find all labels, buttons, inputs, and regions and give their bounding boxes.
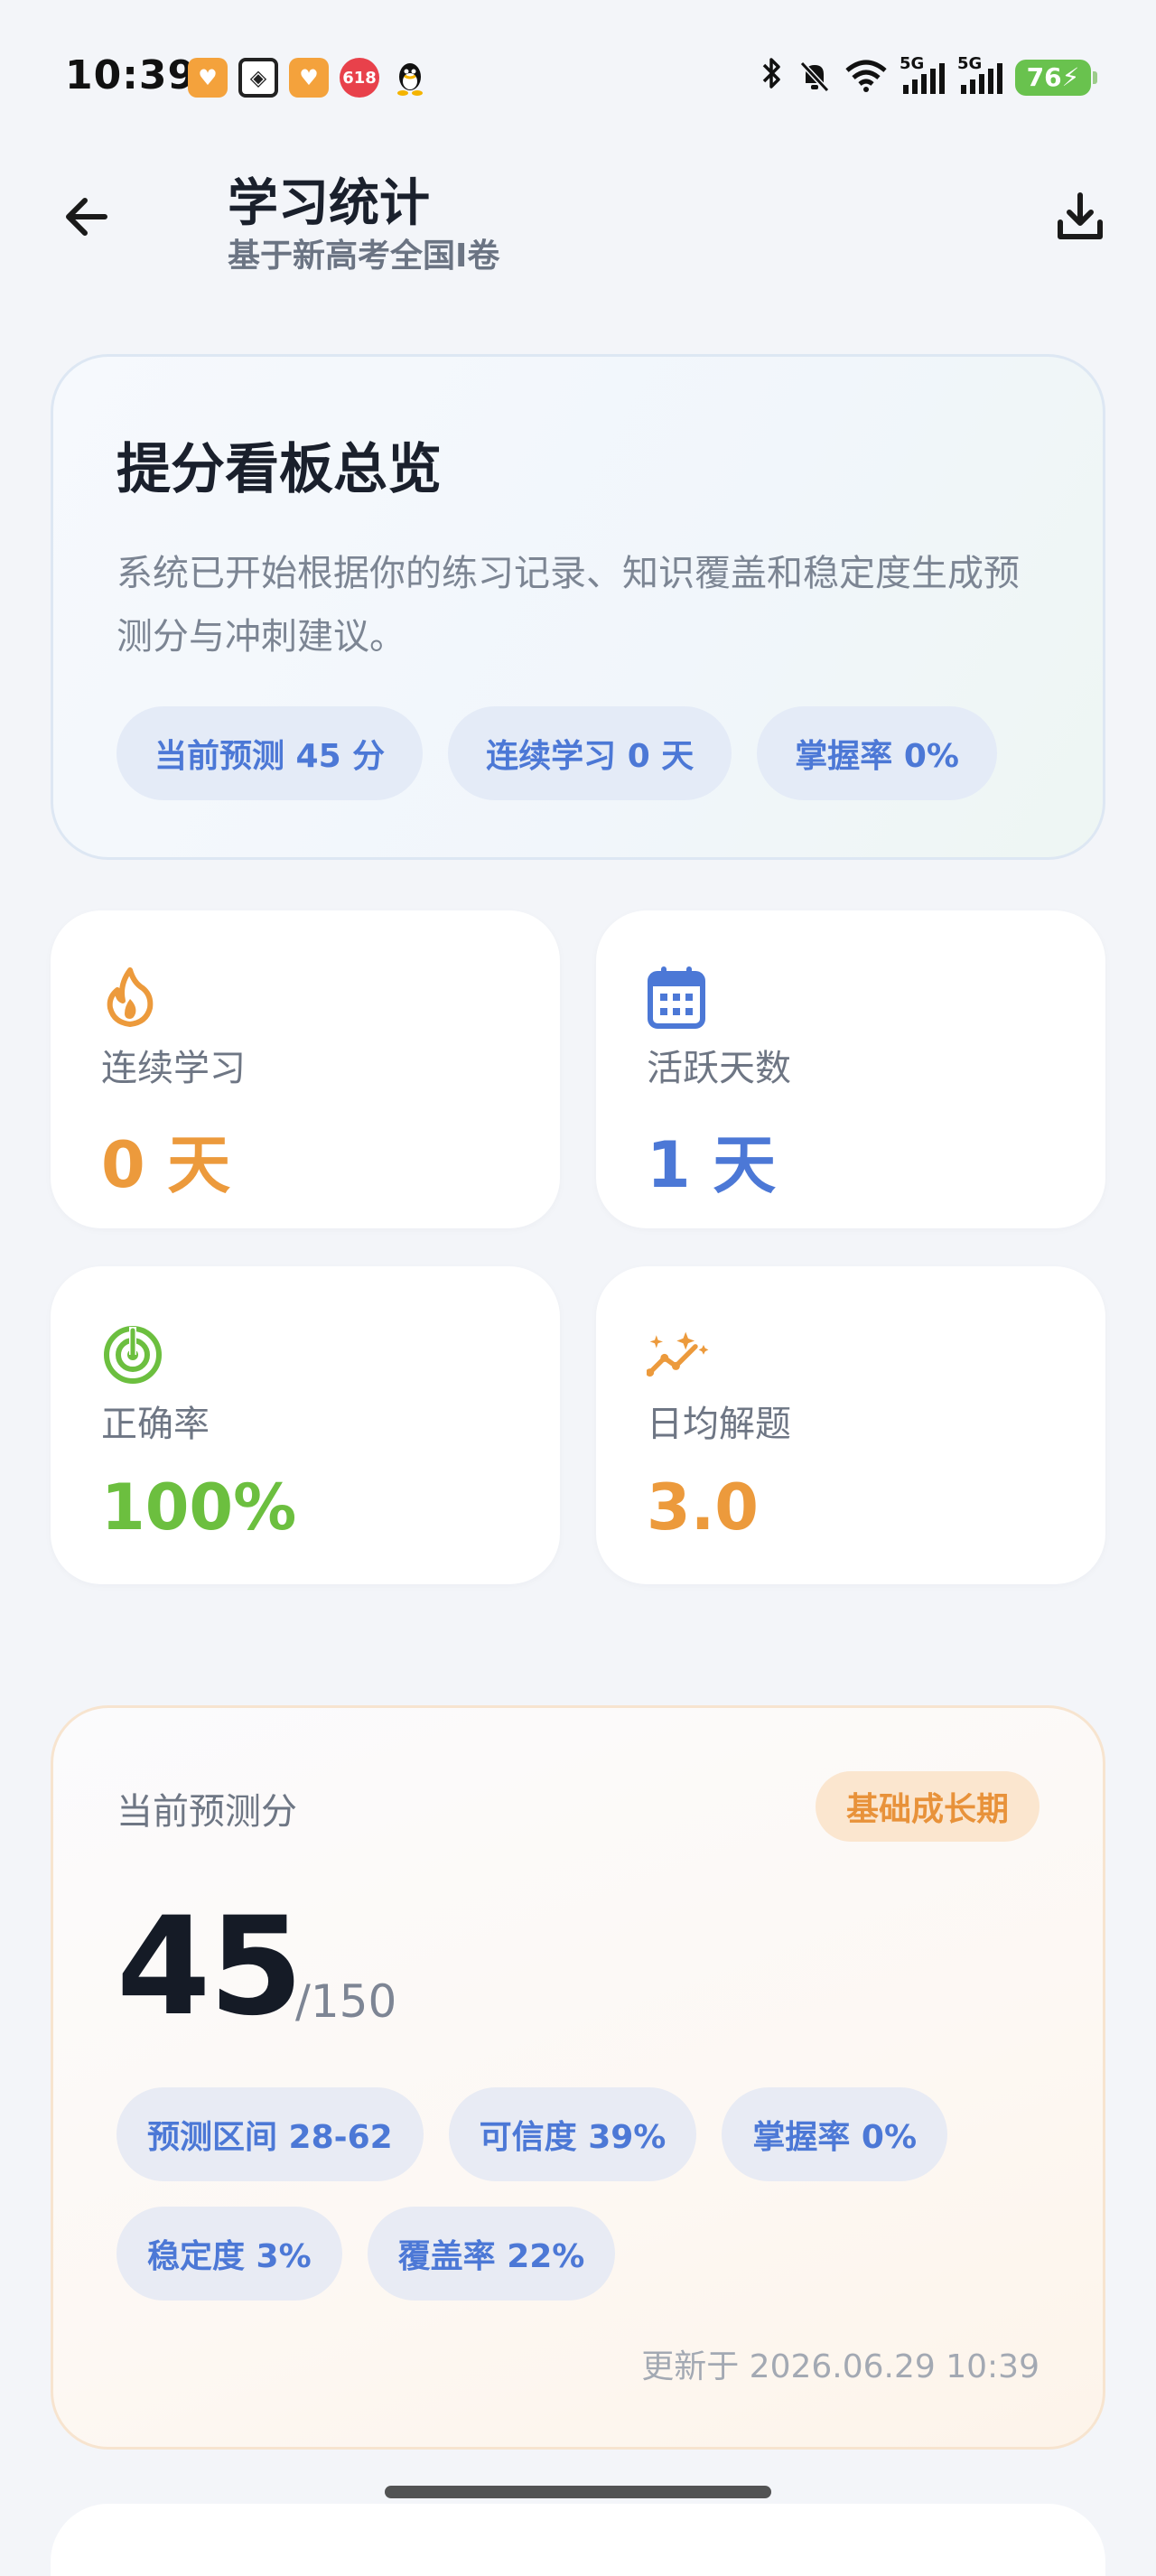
status-time: 10:39 <box>65 52 197 98</box>
stat-value: 100% <box>101 1470 297 1545</box>
prediction-label: 当前预测分 <box>117 1791 297 1833</box>
chip-score-range: 预测区间 28-62 <box>117 2087 424 2181</box>
trend-sparkle-icon <box>647 1321 712 1386</box>
updated-timestamp: 更新于 2026.06.29 10:39 <box>641 2348 1039 2385</box>
chip-mastery: 掌握率 0% <box>722 2087 948 2181</box>
arrow-left-icon <box>66 198 107 236</box>
predicted-score: 45 <box>117 1889 303 2046</box>
calendar-icon <box>647 965 712 1030</box>
stat-value: 1 天 <box>647 1128 777 1202</box>
orange-app-icon: ♥ <box>289 58 329 98</box>
stat-value: 3.0 <box>647 1470 760 1545</box>
chip-confidence: 可信度 39% <box>448 2087 697 2181</box>
overview-title: 提分看板总览 <box>117 438 442 501</box>
phase-badge: 基础成长期 <box>815 1771 1039 1842</box>
signal-icon-2: 5G <box>957 54 1002 94</box>
grid-app-icon: ◈ <box>238 58 278 98</box>
app-header: 学习统计 基于新高考全国I卷 <box>0 154 1156 289</box>
overview-description: 系统已开始根据你的练习记录、知识覆盖和稳定度生成预测分与冲刺建议。 <box>117 553 1020 658</box>
orange-app-icon: ♥ <box>188 58 228 98</box>
download-button[interactable] <box>1044 181 1116 253</box>
battery-icon: 76 ⚡ <box>1015 59 1097 96</box>
notification-icons: ♥ ◈ ♥ 618 <box>188 58 430 98</box>
bluetooth-icon <box>760 56 784 98</box>
target-icon <box>101 1321 166 1386</box>
chip-stability: 稳定度 3% <box>117 2207 342 2301</box>
stat-card-daily-average: 日均解题 3.0 <box>596 1266 1105 1584</box>
chip-streak: 连续学习 0 天 <box>448 706 732 800</box>
system-icons: 5G 5G 76 ⚡ <box>760 54 1097 98</box>
chip-coverage: 覆盖率 22% <box>367 2207 616 2301</box>
overview-card: 提分看板总览 系统已开始根据你的练习记录、知识覆盖和稳定度生成预测分与冲刺建议。… <box>51 354 1105 860</box>
back-button[interactable] <box>51 181 123 253</box>
download-icon <box>1058 192 1103 239</box>
page-subtitle: 基于新高考全国I卷 <box>228 238 500 275</box>
next-card-peek <box>51 2504 1105 2576</box>
stat-card-accuracy: 正确率 100% <box>51 1266 560 1584</box>
signal-icon: 5G <box>900 54 945 94</box>
flame-icon <box>101 965 166 1030</box>
stat-label: 日均解题 <box>647 1404 791 1445</box>
wifi-icon <box>845 60 887 96</box>
qq-penguin-icon <box>390 58 430 98</box>
score-max: /150 <box>295 1975 397 2028</box>
stat-card-streak: 连续学习 0 天 <box>51 910 560 1228</box>
home-indicator[interactable] <box>385 2486 771 2498</box>
page-title: 学习统计 <box>228 174 430 233</box>
chip-mastery: 掌握率 0% <box>757 706 997 800</box>
chip-predicted-score: 当前预测 45 分 <box>117 706 424 800</box>
stat-value: 0 天 <box>101 1128 231 1202</box>
stat-label: 正确率 <box>101 1404 210 1445</box>
stat-label: 连续学习 <box>101 1048 246 1089</box>
mute-bell-icon <box>797 58 833 98</box>
overview-chips: 当前预测 45 分 连续学习 0 天 掌握率 0% <box>117 706 1039 800</box>
prediction-chips: 预测区间 28-62 可信度 39% 掌握率 0% 稳定度 3% 覆盖率 22% <box>117 2087 1047 2301</box>
status-bar: 10:39 ♥ ◈ ♥ 618 5G 5G 76 ⚡ <box>0 0 1156 154</box>
stat-label: 活跃天数 <box>647 1048 791 1089</box>
prediction-card: 当前预测分 基础成长期 45 /150 预测区间 28-62 可信度 39% 掌… <box>51 1705 1105 2450</box>
red-618-app-icon: 618 <box>340 58 379 98</box>
stat-card-active-days: 活跃天数 1 天 <box>596 910 1105 1228</box>
